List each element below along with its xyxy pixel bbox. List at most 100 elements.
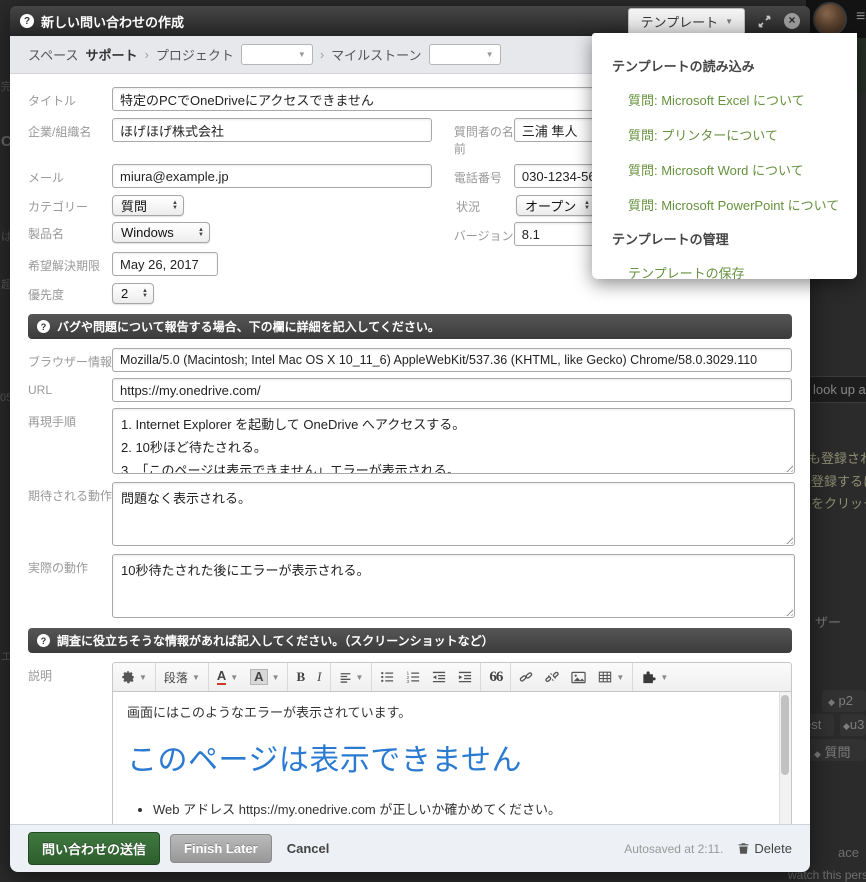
template-menu: テンプレートの読み込み 質問: Microsoft Excel について 質問:… (592, 33, 857, 279)
font-color-button[interactable]: A ▼ (211, 663, 244, 691)
quote-icon: 66 (489, 669, 502, 686)
user-avatar[interactable] (813, 2, 847, 36)
version-label: バージョン (454, 222, 514, 244)
image-button[interactable] (565, 663, 592, 691)
rich-text-editor: ▼ 段落 ▼ A ▼ (112, 662, 792, 824)
space-label: スペース (28, 45, 78, 64)
plugin-icon (641, 670, 656, 685)
company-input[interactable] (112, 118, 432, 142)
caret-down-icon: ▼ (486, 50, 494, 59)
category-label: カテゴリー (28, 195, 112, 215)
indent-button[interactable] (452, 663, 478, 691)
stepper-icon: ▲▼ (584, 201, 590, 211)
table-icon (598, 670, 612, 684)
paragraph-format-button[interactable]: 段落 ▼ (158, 663, 206, 691)
caret-down-icon: ▼ (298, 50, 306, 59)
unlink-button[interactable] (539, 663, 565, 691)
product-select[interactable]: Windows ▲▼ (112, 222, 210, 243)
background-fragment: ザー (815, 612, 841, 631)
email-input[interactable] (112, 164, 432, 188)
due-date-input[interactable] (112, 252, 218, 276)
caret-down-icon: ▼ (192, 673, 200, 682)
finish-later-button[interactable]: Finish Later (170, 834, 272, 863)
milestone-select[interactable]: ▼ (429, 44, 501, 65)
category-select[interactable]: 質問 ▲▼ (112, 195, 184, 216)
stepper-icon: ▲▼ (198, 228, 204, 238)
editor-scrollbar-thumb[interactable] (781, 695, 789, 775)
background-tag: ◆u3 (843, 717, 864, 732)
dialog-title: 新しい問い合わせの作成 (41, 12, 184, 31)
breadcrumb-separator: › (144, 47, 148, 62)
submit-button[interactable]: 問い合わせの送信 (28, 832, 160, 865)
screen: ≡ 完 C は 超 05 エ look up a も登録され 登録するに をクリ… (0, 0, 866, 882)
unlink-icon (545, 670, 559, 684)
template-item-printer[interactable]: 質問: プリンターについて (592, 117, 857, 152)
svg-text:3: 3 (407, 679, 410, 684)
help-icon: ? (37, 320, 50, 333)
template-load-header: テンプレートの読み込み (592, 49, 857, 82)
project-select[interactable]: ▼ (241, 44, 313, 65)
align-button[interactable]: ▼ (333, 663, 370, 691)
link-button[interactable] (513, 663, 539, 691)
info-section-text: 調査に役立ちそうな情報があれば記入してください。（スクリーンショットなど） (57, 632, 494, 649)
font-color-icon: A (217, 669, 226, 685)
dialog-header: ? 新しい問い合わせの作成 テンプレート ▼ × (10, 6, 810, 36)
expand-icon[interactable] (757, 14, 772, 29)
browser-info-label: ブラウザー情報 (28, 348, 112, 370)
caret-down-icon: ▼ (139, 673, 147, 682)
template-save-item[interactable]: テンプレートの保存 (592, 255, 857, 290)
editor-settings-button[interactable]: ▼ (115, 663, 153, 691)
editor-toolbar: ▼ 段落 ▼ A ▼ (112, 662, 792, 692)
steps-textarea[interactable]: 1. Internet Explorer を起動して OneDrive へアクセ… (112, 408, 795, 474)
breadcrumb-separator: › (320, 47, 324, 62)
bold-button[interactable]: B (290, 663, 311, 691)
delete-link[interactable]: Delete (737, 841, 792, 856)
caret-down-icon: ▼ (230, 673, 238, 682)
background-color-icon: A (250, 669, 267, 685)
italic-button[interactable]: I (311, 663, 327, 691)
numbered-list-button[interactable]: 123 (400, 663, 426, 691)
outdent-button[interactable] (426, 663, 452, 691)
stepper-icon: ▲▼ (142, 289, 148, 299)
stepper-icon: ▲▼ (172, 201, 178, 211)
category-value: 質問 (121, 196, 147, 215)
milestone-label: マイルストーン (331, 45, 421, 64)
caret-down-icon: ▼ (272, 673, 280, 682)
steps-label: 再現手順 (28, 408, 112, 430)
editor-intro-text: 画面にはこのようなエラーが表示されています。 (127, 702, 767, 721)
background-fragment: 登録するに (811, 471, 866, 490)
status-select[interactable]: オープン ▲▼ (516, 195, 596, 216)
editor-content[interactable]: 画面にはこのようなエラーが表示されています。 このページは表示できません Web… (112, 692, 792, 824)
help-icon: ? (37, 634, 50, 647)
numbered-list-icon: 123 (406, 670, 420, 684)
delete-label: Delete (754, 841, 792, 856)
actual-textarea[interactable]: 10秒待たされた後にエラーが表示される。 (112, 554, 795, 618)
trash-icon (737, 842, 750, 855)
editor-bullet: Web アドレス https://my.onedrive.com が正しいか確か… (153, 799, 767, 818)
template-item-word[interactable]: 質問: Microsoft Word について (592, 152, 857, 187)
url-input[interactable] (112, 378, 792, 402)
background-fragment: look up a (813, 382, 866, 397)
phone-label: 電話番号 (454, 164, 514, 186)
hamburger-icon[interactable]: ≡ (856, 8, 865, 26)
plugin-button[interactable]: ▼ (635, 663, 674, 691)
table-button[interactable]: ▼ (592, 663, 630, 691)
close-icon[interactable]: × (784, 13, 800, 29)
template-dropdown-button[interactable]: テンプレート ▼ (628, 8, 745, 35)
caret-down-icon: ▼ (616, 673, 624, 682)
space-name-link[interactable]: サポート (85, 45, 137, 64)
description-label: 説明 (28, 662, 112, 684)
browser-info-input[interactable] (112, 348, 792, 372)
editor-bullet-list: Web アドレス https://my.onedrive.com が正しいか確か… (127, 799, 767, 824)
template-button-label: テンプレート (640, 12, 718, 31)
blockquote-button[interactable]: 66 (483, 663, 508, 691)
priority-select[interactable]: 2 ▲▼ (112, 283, 154, 304)
bullet-list-icon (380, 670, 394, 684)
template-item-excel[interactable]: 質問: Microsoft Excel について (592, 82, 857, 117)
background-color-button[interactable]: A ▼ (244, 663, 285, 691)
expected-textarea[interactable]: 問題なく表示される。 (112, 482, 795, 546)
cancel-link[interactable]: Cancel (287, 841, 330, 856)
bullet-list-button[interactable] (374, 663, 400, 691)
editor-scrollbar[interactable] (779, 692, 791, 824)
template-item-powerpoint[interactable]: 質問: Microsoft PowerPoint について (592, 187, 857, 222)
